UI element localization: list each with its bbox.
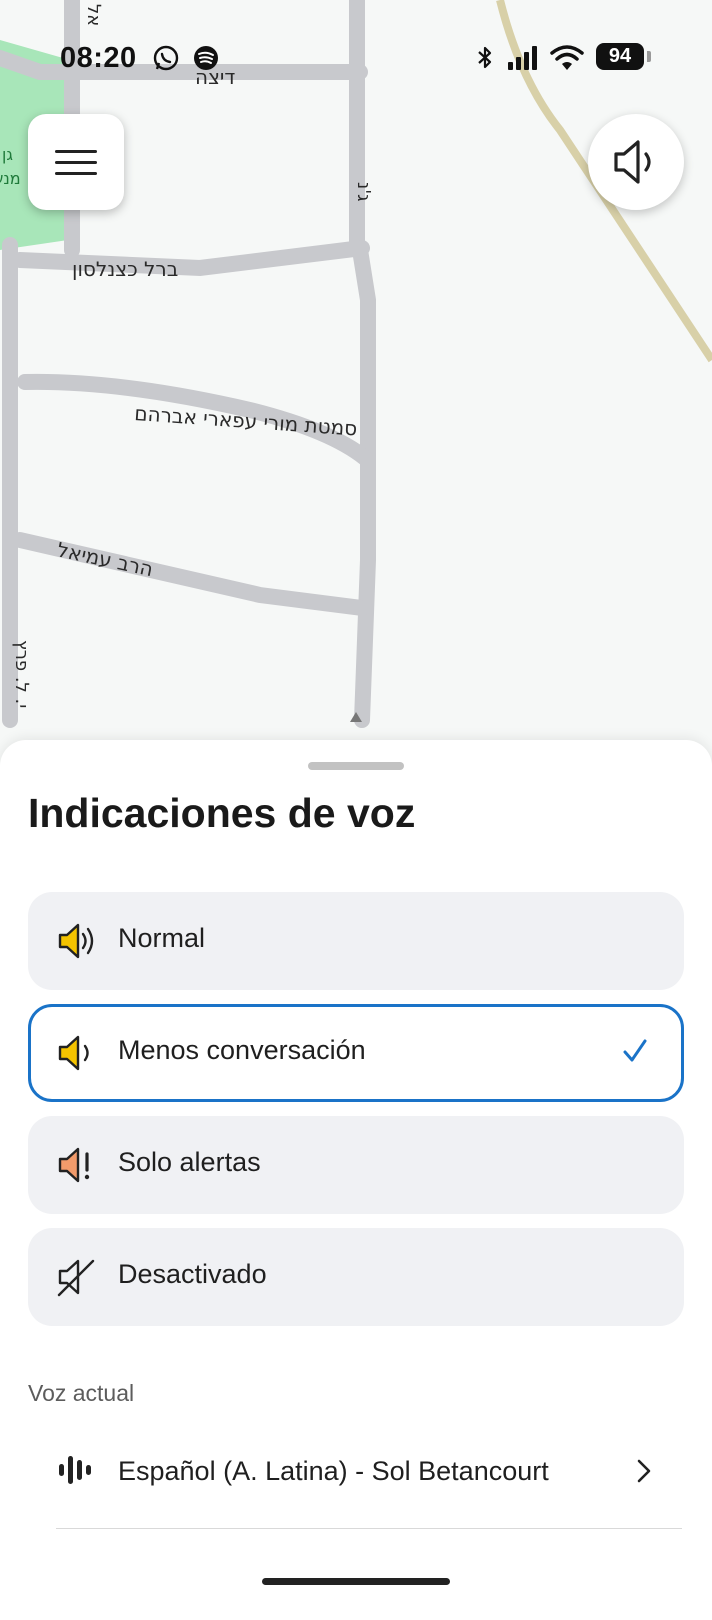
current-voice-row[interactable]: Español (A. Latina) - Sol Betancourt <box>28 1420 684 1520</box>
status-bar: 08:20 94 <box>0 36 712 76</box>
home-indicator[interactable] <box>262 1578 450 1585</box>
menu-button[interactable] <box>28 114 124 210</box>
street-label-peretz: י. ל. פרץ <box>11 640 32 708</box>
voice-guidance-sheet: Indicaciones de voz Normal Menos convers… <box>0 740 712 1620</box>
bluetooth-icon <box>478 46 492 69</box>
chevron-right-icon <box>637 1459 651 1483</box>
park-label-line2: מנש <box>0 169 21 188</box>
cell-signal-icon <box>508 46 537 70</box>
option-off[interactable]: Desactivado <box>28 1228 684 1326</box>
street-gn-south <box>352 242 376 728</box>
spotify-icon <box>194 46 218 70</box>
current-voice-name: Español (A. Latina) - Sol Betancourt <box>118 1456 549 1486</box>
option-alerts-only-label: Solo alertas <box>118 1147 261 1177</box>
whatsapp-icon <box>153 45 179 71</box>
speaker-full-icon <box>58 923 94 959</box>
battery-tip <box>647 51 651 62</box>
speaker-muted-icon <box>57 1259 95 1297</box>
speaker-low-icon <box>58 1035 89 1071</box>
speaker-alert-icon <box>58 1147 90 1183</box>
option-less-talk[interactable]: Menos conversación <box>28 1004 684 1102</box>
hamburger-menu-icon <box>55 150 97 153</box>
street-label-gn: ג'נ <box>353 182 374 202</box>
option-normal[interactable]: Normal <box>28 892 684 990</box>
status-time: 08:20 <box>60 42 137 74</box>
street-label-berl: ברל כצנלסון <box>72 257 178 281</box>
current-voice-section-label: Voz actual <box>28 1380 135 1406</box>
battery-icon: 94 <box>596 43 644 70</box>
divider <box>56 1528 682 1529</box>
sheet-drag-handle[interactable] <box>308 762 404 770</box>
option-less-talk-label: Menos conversación <box>118 1035 366 1065</box>
option-alerts-only[interactable]: Solo alertas <box>28 1116 684 1214</box>
hamburger-menu-icon-line <box>55 172 97 175</box>
wifi-icon <box>550 45 584 70</box>
street-label-al: אל <box>83 4 104 26</box>
park-label-line1: גן <box>2 145 13 164</box>
voice-settings-button[interactable] <box>588 114 684 210</box>
option-off-label: Desactivado <box>118 1259 267 1289</box>
speaker-reduced-icon <box>614 140 651 184</box>
checkmark-icon <box>623 1039 647 1062</box>
sheet-title: Indicaciones de voz <box>28 790 416 836</box>
voice-wave-icon <box>59 1456 91 1484</box>
hamburger-menu-icon-line <box>55 161 97 164</box>
option-normal-label: Normal <box>118 923 206 953</box>
